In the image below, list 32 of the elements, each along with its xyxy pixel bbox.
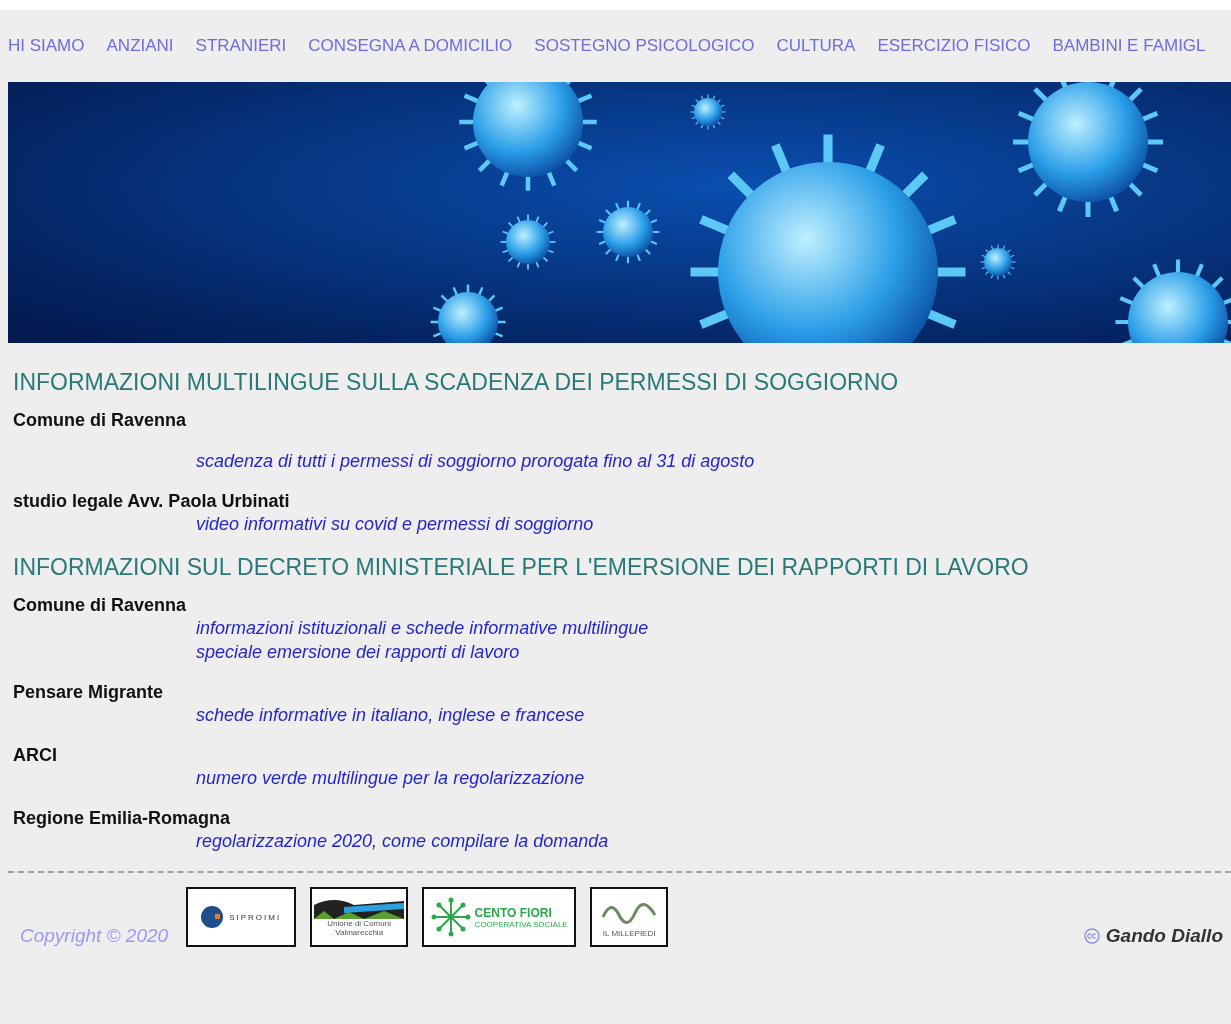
star-network-icon xyxy=(430,897,471,937)
circle-icon xyxy=(201,906,224,928)
nav-link[interactable]: SOSTEGNO PSICOLOGICO xyxy=(534,36,755,56)
nav-link[interactable]: CONSEGNA A DOMICILIO xyxy=(308,36,513,56)
nav-link[interactable]: CULTURA xyxy=(776,36,856,56)
nav-link[interactable]: ANZIANI xyxy=(106,36,174,56)
section-heading: INFORMAZIONI MULTILINGUE SULLA SCADENZA DEI PERMESSI DI SOGGIORNO xyxy=(13,369,900,396)
source-name: Regione Emilia-Romagna xyxy=(13,808,232,829)
info-link[interactable]: informazioni istituzionali e schede informative multilingue xyxy=(196,616,1218,640)
source-name: Pensare Migrante xyxy=(13,682,165,703)
info-link[interactable]: schede informative in italiano, inglese e francese xyxy=(196,703,1218,727)
section-heading: INFORMAZIONI SUL DECRETO MINISTERIALE PER L'EMERSIONE DEI RAPPORTI DI LAVORO xyxy=(13,554,1030,581)
author-name: Gando Diallo xyxy=(1105,925,1223,947)
partner-logo[interactable]: SIPROIMI xyxy=(186,887,297,947)
nav-link[interactable]: ESERCIZIO FISICO xyxy=(877,36,1031,56)
landscape-icon xyxy=(314,897,405,919)
partner-logo[interactable]: Unione di Comuni Valmarecchia xyxy=(310,887,409,947)
copyright-text: Copyright © 2020 xyxy=(20,925,169,947)
nav-link[interactable]: STRANIERI xyxy=(195,36,287,56)
nav-link[interactable]: HI SIAMO xyxy=(8,36,85,56)
source-name: Comune di Ravenna xyxy=(13,595,188,616)
nav-link[interactable]: BAMBINI E FAMIGL xyxy=(1052,36,1206,56)
source-name: ARCI xyxy=(13,745,58,766)
info-link[interactable]: video informativi su covid e permessi di soggiorno xyxy=(196,512,1218,536)
partner-logo[interactable]: IL MILLEPIEDI xyxy=(590,887,669,947)
info-link[interactable]: regolarizzazione 2020, come compilare la domanda xyxy=(196,829,1218,853)
source-name: Comune di Ravenna xyxy=(13,410,188,431)
cc-icon xyxy=(1083,928,1100,944)
info-link[interactable]: numero verde multilingue per la regolarizzazione xyxy=(196,766,1218,790)
info-link[interactable]: scadenza di tutti i permessi di soggiorno prorogata fino al 31 di agosto xyxy=(196,449,1218,473)
source-name: studio legale Avv. Paola Urbinati xyxy=(13,491,291,512)
info-link[interactable]: speciale emersione dei rapporti di lavoro xyxy=(196,640,1218,664)
